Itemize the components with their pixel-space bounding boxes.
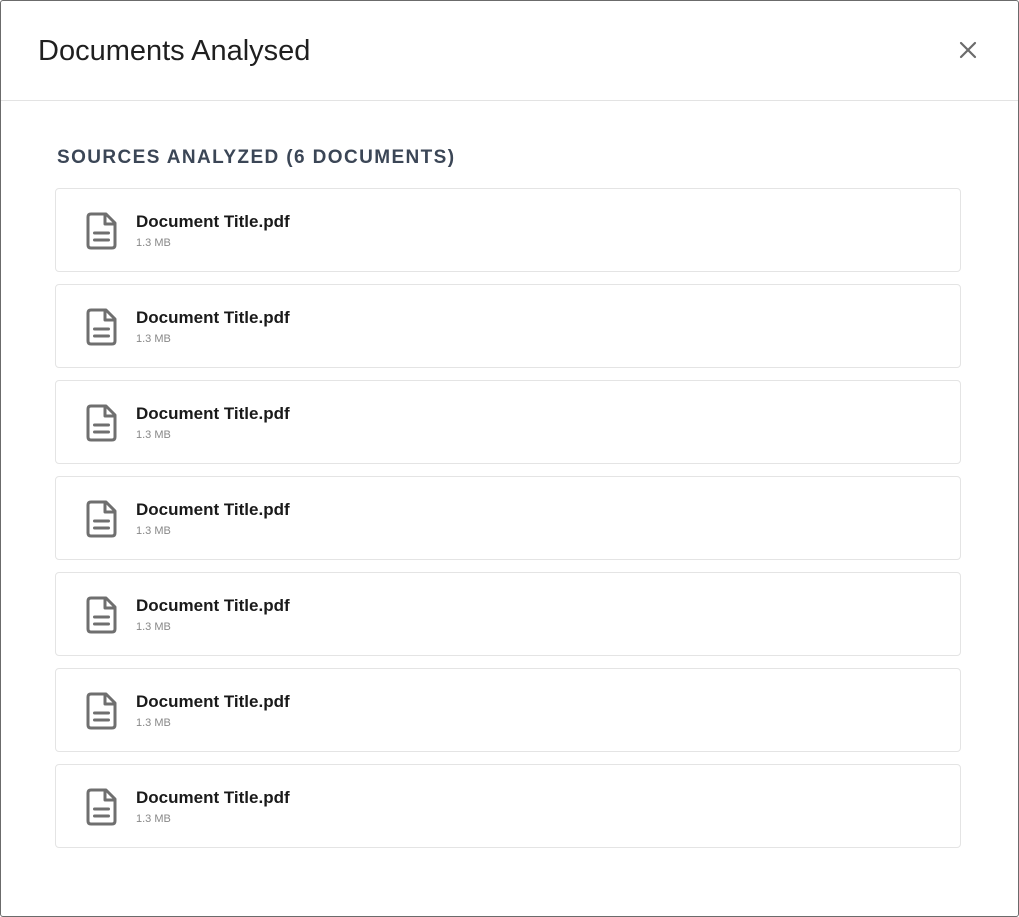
document-icon: [86, 404, 117, 442]
document-item[interactable]: Document Title.pdf 1.3 MB: [55, 380, 961, 464]
document-name: Document Title.pdf: [136, 596, 290, 615]
document-name: Document Title.pdf: [136, 500, 290, 519]
document-icon: [86, 596, 117, 634]
document-item[interactable]: Document Title.pdf 1.3 MB: [55, 284, 961, 368]
document-icon: [86, 212, 117, 250]
document-icon: [86, 500, 117, 538]
modal-header: Documents Analysed: [1, 1, 1018, 101]
document-size: 1.3 MB: [136, 333, 171, 345]
modal-title: Documents Analysed: [38, 35, 311, 67]
document-item[interactable]: Document Title.pdf 1.3 MB: [55, 764, 961, 848]
document-item[interactable]: Document Title.pdf 1.3 MB: [55, 572, 961, 656]
document-name: Document Title.pdf: [136, 404, 290, 423]
document-name: Document Title.pdf: [136, 788, 290, 807]
close-icon: [959, 41, 977, 59]
document-size: 1.3 MB: [136, 237, 171, 249]
document-size: 1.3 MB: [136, 429, 171, 441]
document-name: Document Title.pdf: [136, 692, 290, 711]
document-list: Document Title.pdf 1.3 MB Document Title…: [55, 188, 961, 860]
documents-modal: Documents Analysed SOURCES ANALYZED (6 D…: [0, 0, 1019, 917]
document-item[interactable]: Document Title.pdf 1.3 MB: [55, 668, 961, 752]
document-icon: [86, 788, 117, 826]
section-heading: SOURCES ANALYZED (6 DOCUMENTS): [57, 147, 456, 168]
document-icon: [86, 692, 117, 730]
document-name: Document Title.pdf: [136, 308, 290, 327]
document-name: Document Title.pdf: [136, 212, 290, 231]
close-button[interactable]: [951, 33, 985, 67]
document-size: 1.3 MB: [136, 525, 171, 537]
document-size: 1.3 MB: [136, 621, 171, 633]
document-item[interactable]: Document Title.pdf 1.3 MB: [55, 188, 961, 272]
document-item[interactable]: Document Title.pdf 1.3 MB: [55, 476, 961, 560]
document-icon: [86, 308, 117, 346]
document-size: 1.3 MB: [136, 717, 171, 729]
document-size: 1.3 MB: [136, 813, 171, 825]
